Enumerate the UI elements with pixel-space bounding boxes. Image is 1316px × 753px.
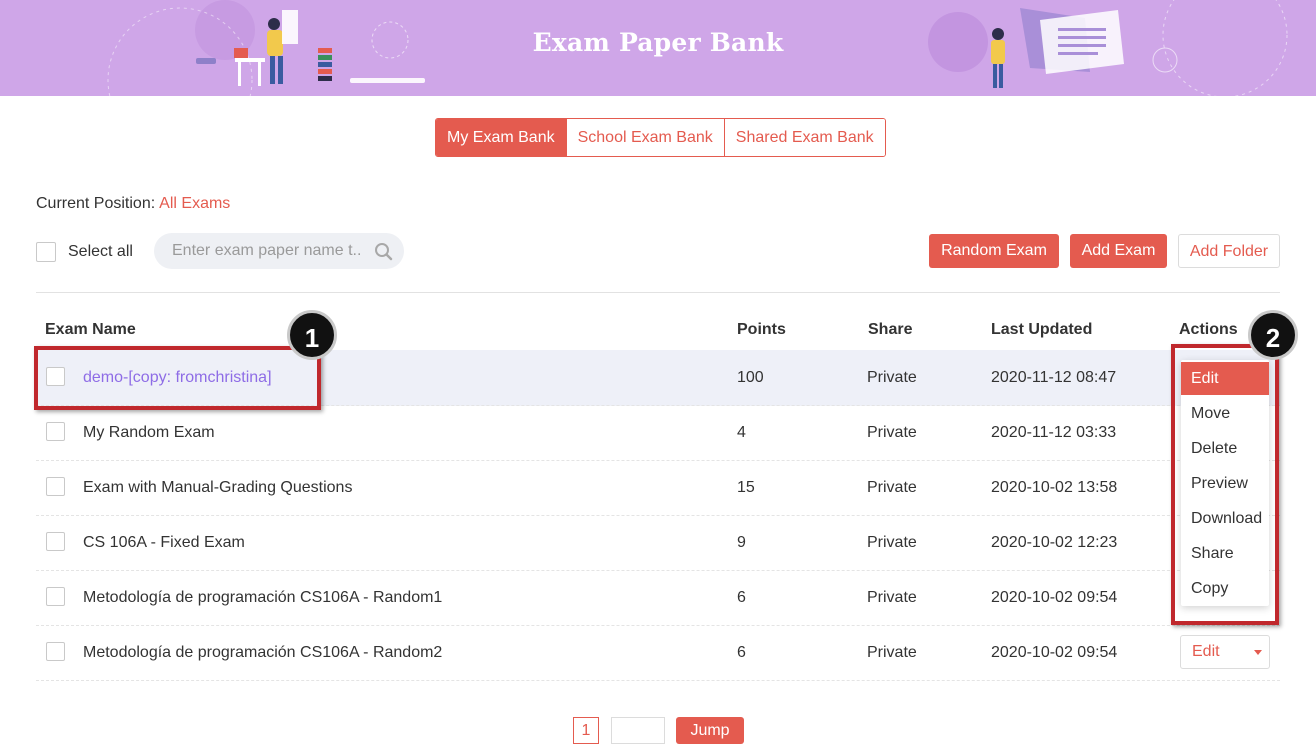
exam-name[interactable]: Exam with Manual-Grading Questions <box>83 460 352 515</box>
table-row: Metodología de programación CS106A - Ran… <box>36 625 1280 681</box>
row-checkbox[interactable] <box>46 642 65 661</box>
column-header-share: Share <box>868 321 913 338</box>
column-header-exam-name: Exam Name <box>45 321 136 338</box>
row-checkbox[interactable] <box>46 587 65 606</box>
select-all-label: Select all <box>68 243 133 260</box>
page-title: Exam Paper Bank <box>532 28 784 57</box>
exam-bank-tabs: My Exam Bank School Exam Bank Shared Exa… <box>435 118 886 157</box>
tab-my-exam-bank[interactable]: My Exam Bank <box>436 119 566 156</box>
table-row: Exam with Manual-Grading Questions 15 Pr… <box>36 460 1280 516</box>
exam-name[interactable]: CS 106A - Fixed Exam <box>83 515 245 570</box>
exam-share: Private <box>867 534 917 551</box>
column-header-actions: Actions <box>1179 321 1238 338</box>
annotation-box-2 <box>1171 344 1279 625</box>
breadcrumb-label: Current Position: <box>36 195 156 212</box>
add-exam-button[interactable]: Add Exam <box>1070 234 1167 268</box>
annotation-box-1 <box>34 346 321 410</box>
search-input[interactable] <box>172 233 362 269</box>
header-banner: Exam Paper Bank <box>0 0 1316 96</box>
table-row: CS 106A - Fixed Exam 9 Private 2020-10-0… <box>36 515 1280 571</box>
select-all: Select all <box>36 242 133 262</box>
exam-name[interactable]: My Random Exam <box>83 405 215 460</box>
exam-last-updated: 2020-10-02 09:54 <box>991 644 1118 661</box>
exam-points: 100 <box>737 369 764 386</box>
random-exam-button[interactable]: Random Exam <box>929 234 1059 268</box>
annotation-badge-2: 2 <box>1248 310 1298 360</box>
exam-points: 9 <box>737 534 746 551</box>
page-number-current[interactable]: 1 <box>573 717 599 744</box>
tab-shared-exam-bank[interactable]: Shared Exam Bank <box>723 119 885 156</box>
search-icon[interactable] <box>374 242 394 267</box>
jump-button[interactable]: Jump <box>676 717 744 744</box>
caret-down-icon <box>1254 650 1262 655</box>
pagination: 1 Jump <box>0 717 1316 744</box>
exam-last-updated: 2020-11-12 03:33 <box>991 424 1117 441</box>
exam-last-updated: 2020-10-02 12:23 <box>991 534 1118 551</box>
breadcrumb-all-exams-link[interactable]: All Exams <box>159 195 230 212</box>
breadcrumb: Current Position: All Exams <box>36 195 230 213</box>
exam-name[interactable]: Metodología de programación CS106A - Ran… <box>83 570 442 625</box>
tab-school-exam-bank[interactable]: School Exam Bank <box>565 119 724 156</box>
column-header-points: Points <box>737 321 786 338</box>
row-checkbox[interactable] <box>46 422 65 441</box>
column-header-last-updated: Last Updated <box>991 321 1093 338</box>
divider <box>36 292 1280 293</box>
exam-points: 15 <box>737 479 755 496</box>
exam-share: Private <box>867 589 917 606</box>
exam-points: 6 <box>737 644 746 661</box>
exam-points: 4 <box>737 424 746 441</box>
exam-share: Private <box>867 369 917 386</box>
exam-last-updated: 2020-11-12 08:47 <box>991 369 1117 386</box>
exam-last-updated: 2020-10-02 09:54 <box>991 589 1118 606</box>
select-all-checkbox[interactable] <box>36 242 56 262</box>
row-checkbox[interactable] <box>46 477 65 496</box>
exam-share: Private <box>867 644 917 661</box>
exam-last-updated: 2020-10-02 13:58 <box>991 479 1118 496</box>
action-select[interactable]: Edit <box>1180 635 1270 669</box>
table-row: My Random Exam 4 Private 2020-11-12 03:3… <box>36 405 1280 461</box>
annotation-badge-1: 1 <box>287 310 337 360</box>
add-folder-button[interactable]: Add Folder <box>1178 234 1280 268</box>
action-select-label: Edit <box>1192 643 1220 660</box>
page-jump-input[interactable] <box>611 717 665 744</box>
search-box <box>154 233 404 269</box>
table-row: Metodología de programación CS106A - Ran… <box>36 570 1280 626</box>
row-checkbox[interactable] <box>46 532 65 551</box>
exam-share: Private <box>867 479 917 496</box>
exam-points: 6 <box>737 589 746 606</box>
exam-share: Private <box>867 424 917 441</box>
exam-name[interactable]: Metodología de programación CS106A - Ran… <box>83 625 442 680</box>
